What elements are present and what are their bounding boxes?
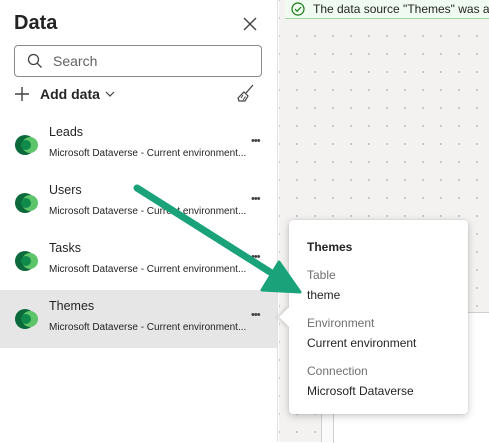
search-box[interactable] xyxy=(14,45,262,77)
data-source-item-tasks[interactable]: Tasks Microsoft Dataverse - Current envi… xyxy=(0,232,277,290)
data-source-subtitle: Microsoft Dataverse - Current environmen… xyxy=(49,148,247,159)
plus-icon xyxy=(15,87,29,101)
connection-label: Connection xyxy=(307,364,368,378)
success-banner: The data source "Themes" was added xyxy=(285,0,489,19)
data-source-subtitle: Microsoft Dataverse - Current environmen… xyxy=(49,264,247,275)
data-source-subtitle: Microsoft Dataverse - Current environmen… xyxy=(49,206,247,217)
data-source-subtitle: Microsoft Dataverse - Current environmen… xyxy=(49,322,247,333)
data-source-name: Themes xyxy=(49,299,95,313)
table-value: theme xyxy=(307,288,341,302)
more-options-icon[interactable]: ••• xyxy=(251,134,265,148)
broom-icon[interactable] xyxy=(236,83,256,103)
search-input[interactable] xyxy=(51,52,255,70)
add-data-button[interactable]: Add data xyxy=(14,83,115,105)
data-source-item-users[interactable]: Users Microsoft Dataverse - Current envi… xyxy=(0,174,277,232)
dataverse-icon xyxy=(15,193,38,213)
close-icon xyxy=(243,17,257,31)
dataverse-icon xyxy=(15,309,38,329)
more-options-icon[interactable]: ••• xyxy=(251,308,265,322)
chevron-down-icon xyxy=(105,91,115,97)
data-source-item-themes[interactable]: Themes Microsoft Dataverse - Current env… xyxy=(0,290,277,348)
data-pane: Data Add data Leads Microsoft xyxy=(0,0,278,442)
pane-title: Data xyxy=(14,12,58,34)
more-options-icon[interactable]: ••• xyxy=(251,192,265,206)
data-source-name: Tasks xyxy=(49,241,81,255)
add-data-label: Add data xyxy=(40,86,100,102)
check-circle-icon xyxy=(291,2,305,16)
environment-value: Current environment xyxy=(307,336,417,350)
data-source-name: Leads xyxy=(49,125,84,139)
close-button[interactable] xyxy=(238,12,262,36)
table-label: Table xyxy=(307,268,336,282)
flyout-title: Themes xyxy=(307,240,353,254)
data-source-item-leads[interactable]: Leads Microsoft Dataverse - Current envi… xyxy=(0,116,277,174)
dataverse-icon xyxy=(15,251,38,271)
environment-label: Environment xyxy=(307,316,375,330)
search-icon xyxy=(27,53,42,68)
dataverse-icon xyxy=(15,135,38,155)
banner-text: The data source "Themes" was added xyxy=(313,2,489,16)
more-options-icon[interactable]: ••• xyxy=(251,250,265,264)
connection-value: Microsoft Dataverse xyxy=(307,384,414,398)
data-source-name: Users xyxy=(49,183,82,197)
data-source-details-flyout: Themes Table theme Environment Current e… xyxy=(279,220,468,414)
